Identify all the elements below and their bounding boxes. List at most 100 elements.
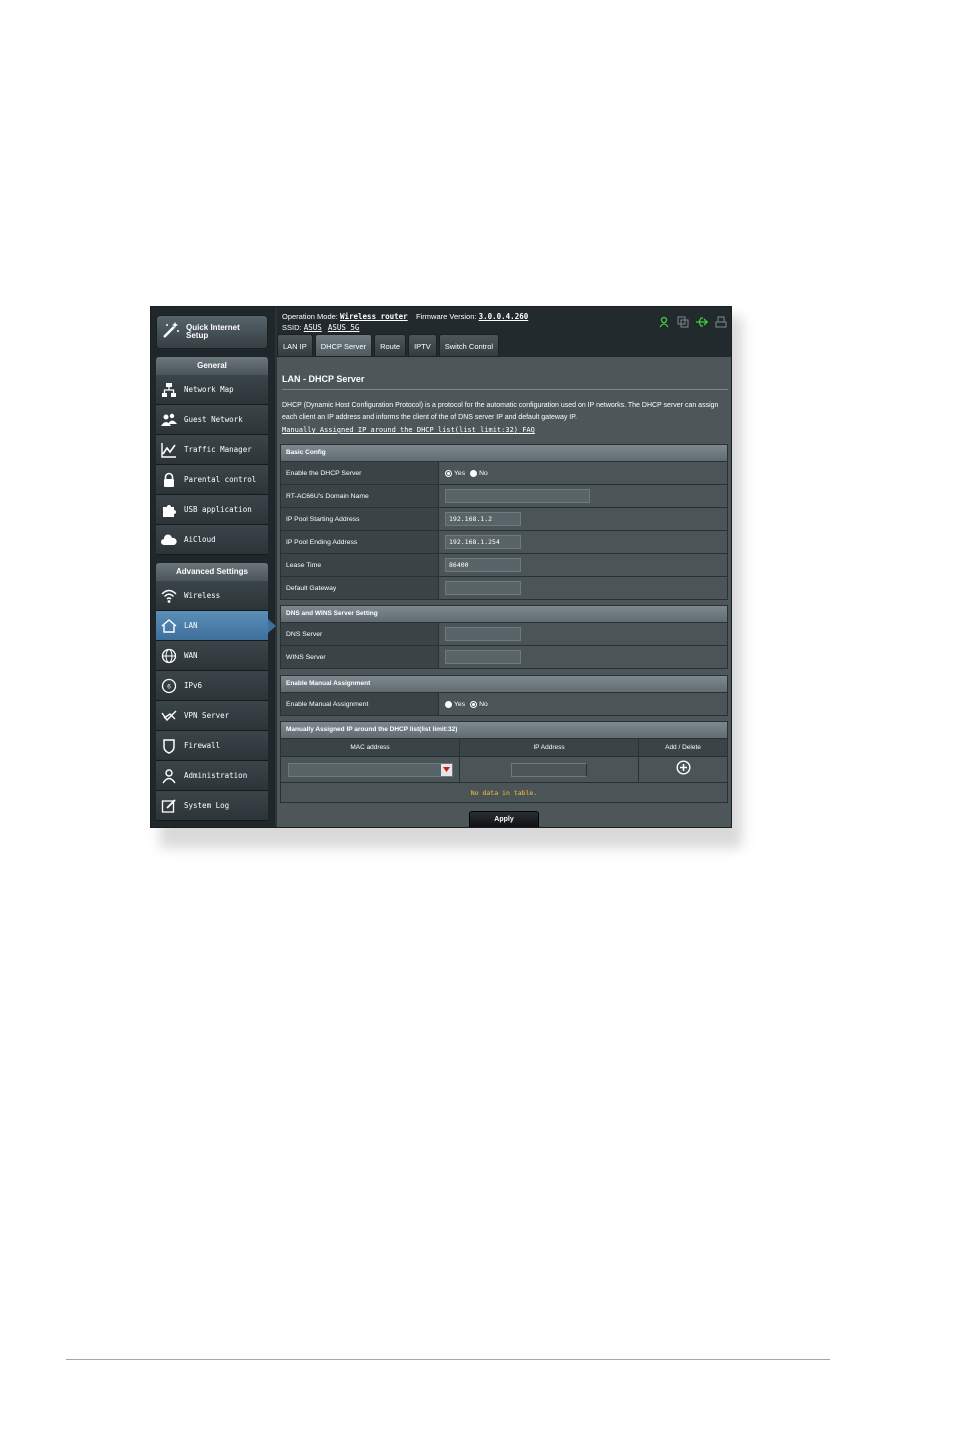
cloud-icon xyxy=(160,531,178,549)
sidebar-item-wan[interactable]: WAN xyxy=(156,641,268,671)
ip-pool-start-input[interactable]: 192.168.1.2 xyxy=(445,512,521,526)
manual-assignment-header: Enable Manual Assignment xyxy=(281,676,727,692)
domain-name-row: RT-AC66U's Domain Name xyxy=(281,484,727,507)
lease-time-input[interactable]: 86400 xyxy=(445,558,521,572)
router-admin-window: Quick Internet Setup General Network Map… xyxy=(150,306,732,828)
dhcp-yes-radio[interactable] xyxy=(445,469,452,477)
tab-dhcp-server[interactable]: DHCP Server xyxy=(314,334,373,357)
lease-time-row: Lease Time 86400 xyxy=(281,553,727,576)
tab-bar: LAN IP DHCP Server Route IPTV Switch Con… xyxy=(277,334,500,357)
wins-server-row: WINS Server xyxy=(281,645,727,668)
tab-route[interactable]: Route xyxy=(374,334,407,357)
add-icon[interactable] xyxy=(675,759,691,780)
ip-pool-end-input[interactable]: 192.168.1.254 xyxy=(445,535,521,549)
sidebar-item-parental-control[interactable]: Parental control xyxy=(156,465,268,495)
col-ip-address: IP Address xyxy=(460,739,639,756)
edit-icon xyxy=(160,797,178,815)
manual-assignment-table: Enable Manual Assignment Enable Manual A… xyxy=(280,675,728,716)
ip-pool-end-row: IP Pool Ending Address 192.168.1.254 xyxy=(281,530,727,553)
general-section-header: General xyxy=(156,357,268,375)
svg-text:6: 6 xyxy=(167,683,171,690)
enable-dhcp-row: Enable the DHCP Server Yes No xyxy=(281,461,727,484)
advanced-section-header: Advanced Settings xyxy=(156,563,268,581)
manual-no-radio[interactable] xyxy=(470,700,478,708)
dns-wins-table: DNS and WINS Server Setting DNS Server W… xyxy=(280,605,728,669)
dhcp-no-radio[interactable] xyxy=(470,469,478,477)
enable-manual-row: Enable Manual Assignment Yes No xyxy=(281,692,727,715)
sidebar-item-guest-network[interactable]: Guest Network xyxy=(156,405,268,435)
wifi-icon xyxy=(160,587,178,605)
manual-entry-row xyxy=(281,756,727,782)
ip-pool-start-row: IP Pool Starting Address 192.168.1.2 xyxy=(281,507,727,530)
page-footer-rule xyxy=(66,1359,830,1360)
page-description: DHCP (Dynamic Host Configuration Protoco… xyxy=(282,402,719,421)
operation-mode-row: Operation Mode: Wireless router Firmware… xyxy=(282,312,529,321)
col-mac-address: MAC address xyxy=(281,739,460,756)
dns-server-input[interactable] xyxy=(445,627,521,641)
lock-icon xyxy=(160,471,178,489)
sidebar-item-ipv6[interactable]: 6 IPv6 xyxy=(156,671,268,701)
printer-status-icon[interactable] xyxy=(715,315,727,333)
tab-iptv[interactable]: IPTV xyxy=(408,334,437,357)
quick-setup-label: Quick Internet Setup xyxy=(186,323,240,340)
sidebar-item-firewall[interactable]: Firewall xyxy=(156,731,268,761)
traffic-manager-icon xyxy=(160,441,178,459)
user-icon xyxy=(160,767,178,785)
sidebar-item-aicloud[interactable]: AiCloud xyxy=(156,525,268,555)
manual-list-header: Manually Assigned IP around the DHCP lis… xyxy=(281,722,727,738)
sidebar: Quick Internet Setup General Network Map… xyxy=(151,307,276,827)
usb-status-icon[interactable] xyxy=(695,315,709,333)
client-status-icon[interactable] xyxy=(659,315,671,333)
vpn-icon xyxy=(160,707,178,725)
globe-icon xyxy=(160,647,178,665)
magic-wand-icon xyxy=(161,320,181,345)
empty-table-message: No data in table. xyxy=(281,782,727,802)
sidebar-item-wireless[interactable]: Wireless xyxy=(156,581,268,611)
status-icons xyxy=(659,315,727,333)
dns-server-row: DNS Server xyxy=(281,622,727,645)
quick-internet-setup-button[interactable]: Quick Internet Setup xyxy=(156,315,268,349)
default-gateway-row: Default Gateway xyxy=(281,576,727,599)
col-add-delete: Add / Delete xyxy=(639,739,727,756)
firmware-version-link[interactable]: 3.0.0.4.260 xyxy=(479,312,529,321)
operation-mode-link[interactable]: Wireless router xyxy=(340,312,408,321)
network-map-icon xyxy=(160,381,178,399)
sidebar-item-network-map[interactable]: Network Map xyxy=(156,375,268,405)
sidebar-item-administration[interactable]: Administration xyxy=(156,761,268,791)
sidebar-item-system-log[interactable]: System Log xyxy=(156,791,268,821)
home-icon xyxy=(160,617,178,635)
sidebar-item-vpn-server[interactable]: VPN Server xyxy=(156,701,268,731)
ssid-row: SSID: ASUS ASUS_5G xyxy=(282,323,360,332)
default-gateway-input[interactable] xyxy=(445,581,521,595)
tab-switch-control[interactable]: Switch Control xyxy=(438,334,500,357)
dns-wins-header: DNS and WINS Server Setting xyxy=(281,606,727,622)
top-bar: Operation Mode: Wireless router Firmware… xyxy=(277,307,731,359)
ipv6-icon: 6 xyxy=(160,677,178,695)
faq-link[interactable]: Manually Assigned IP around the DHCP lis… xyxy=(282,426,535,434)
title-divider xyxy=(282,389,728,390)
manual-ip-input[interactable] xyxy=(511,762,587,777)
active-indicator-arrow xyxy=(268,619,276,633)
manual-list-columns: MAC address IP Address Add / Delete xyxy=(281,738,727,756)
apply-button[interactable]: Apply xyxy=(469,811,539,827)
guest-network-icon xyxy=(160,411,178,429)
page-title: LAN - DHCP Server xyxy=(282,374,365,384)
copy-status-icon[interactable] xyxy=(677,315,689,333)
sidebar-item-lan[interactable]: LAN xyxy=(156,611,276,641)
wins-server-input[interactable] xyxy=(445,650,521,664)
manual-yes-radio[interactable] xyxy=(445,700,452,708)
mac-address-select[interactable] xyxy=(287,762,453,777)
ssid-link-2[interactable]: ASUS_5G xyxy=(328,323,360,332)
puzzle-icon xyxy=(160,501,178,519)
sidebar-item-usb-application[interactable]: USB application xyxy=(156,495,268,525)
dropdown-arrow-icon xyxy=(440,763,452,776)
ssid-link-1[interactable]: ASUS xyxy=(304,323,322,332)
tab-lan-ip[interactable]: LAN IP xyxy=(277,334,313,357)
manual-list-table: Manually Assigned IP around the DHCP lis… xyxy=(280,721,728,803)
domain-name-input[interactable] xyxy=(445,489,590,503)
general-menu: Network Map Guest Network Traffic Manage… xyxy=(156,375,268,555)
sidebar-item-traffic-manager[interactable]: Traffic Manager xyxy=(156,435,268,465)
advanced-menu: Wireless LAN WAN 6 IPv6 VPN Server Firew… xyxy=(156,581,276,821)
basic-config-header: Basic Config xyxy=(281,445,727,461)
main-content: LAN - DHCP Server DHCP (Dynamic Host Con… xyxy=(277,357,731,827)
